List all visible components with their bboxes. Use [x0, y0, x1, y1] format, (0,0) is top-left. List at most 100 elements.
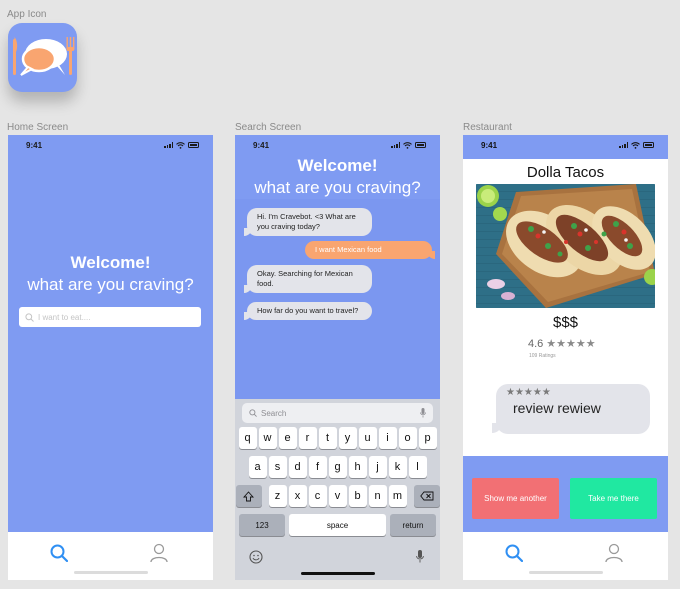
home-indicator	[73, 571, 148, 574]
status-bar: 9:41	[235, 135, 440, 155]
search-icon	[50, 544, 68, 562]
craving-subtitle: what are you craving?	[254, 178, 421, 197]
keyboard-row-2: a s d f g h j k l	[235, 456, 440, 478]
restaurant-name: Dolla Tacos	[526, 164, 605, 181]
search-placeholder: I want to eat....	[38, 312, 91, 322]
key[interactable]: r	[298, 427, 317, 449]
tab-search[interactable]	[48, 542, 70, 564]
wifi-icon	[176, 141, 185, 149]
key[interactable]: m	[388, 485, 407, 507]
take-me-there-button[interactable]: Take me there	[570, 478, 657, 519]
keyboard-search-placeholder: Search	[261, 408, 287, 418]
search-icon	[25, 312, 34, 322]
app-icon-label: App Icon	[7, 9, 47, 20]
person-icon	[605, 543, 623, 563]
key[interactable]: f	[308, 456, 327, 478]
key[interactable]: u	[358, 427, 377, 449]
search-input[interactable]: I want to eat....	[19, 307, 201, 327]
restaurant-screen-label: Restaurant	[463, 122, 512, 133]
search-icon	[505, 544, 523, 562]
welcome-title: Welcome!	[297, 156, 378, 175]
key[interactable]: o	[398, 427, 417, 449]
key[interactable]: w	[258, 427, 277, 449]
microphone-icon[interactable]	[420, 408, 426, 418]
status-time: 9:41	[481, 140, 498, 150]
key[interactable]: p	[418, 427, 437, 449]
home-screen: 9:41 Welcome! what are you craving? I wa…	[8, 135, 213, 580]
key[interactable]: x	[288, 485, 307, 507]
numbers-key[interactable]: 123	[239, 514, 285, 536]
key[interactable]: c	[308, 485, 327, 507]
key[interactable]: l	[408, 456, 427, 478]
backspace-icon	[419, 491, 433, 501]
welcome-title: Welcome!	[70, 253, 151, 272]
tab-bar	[463, 532, 668, 580]
home-indicator	[528, 571, 603, 574]
keyboard-search-input[interactable]: Search	[242, 403, 433, 423]
key[interactable]: n	[368, 485, 387, 507]
emoji-icon[interactable]	[249, 550, 263, 564]
rating-value: 4.6	[528, 337, 544, 350]
key[interactable]: s	[268, 456, 287, 478]
microphone-icon[interactable]	[416, 550, 424, 563]
person-icon	[150, 543, 168, 563]
tab-bar	[8, 532, 213, 580]
wifi-icon	[403, 141, 412, 149]
tab-profile[interactable]	[148, 542, 170, 564]
search-screen: 9:41 Welcome! what are you craving? Hi. …	[235, 135, 440, 580]
key[interactable]: k	[388, 456, 407, 478]
price-level: $$$	[552, 314, 579, 331]
key[interactable]: d	[288, 456, 307, 478]
review-stars: ★★★★★	[506, 387, 551, 398]
review-bubble: ★★★★★ review rewiew	[492, 384, 650, 434]
keyboard: Search q w e r t y u i o p a s d f g h j…	[235, 399, 440, 580]
key[interactable]: q	[238, 427, 257, 449]
tacos-image	[476, 184, 655, 308]
key[interactable]: z	[268, 485, 287, 507]
signal-icon	[164, 142, 173, 148]
restaurant-screen: 9:41 Dolla Tacos $$$ 4.6 ★★★★★ 109 Ratin…	[463, 135, 668, 580]
tab-search[interactable]	[503, 542, 525, 564]
chat-message-bot: How far do you want to travel?	[244, 302, 372, 320]
delete-key[interactable]	[413, 485, 440, 507]
restaurant-photo	[476, 184, 655, 308]
chat-message-user: I want Mexican food	[305, 241, 435, 259]
status-bar: 9:41	[463, 135, 668, 155]
key[interactable]: h	[348, 456, 367, 478]
shift-key[interactable]	[235, 485, 262, 507]
key[interactable]: j	[368, 456, 387, 478]
wifi-icon	[631, 141, 640, 149]
space-key[interactable]: space	[289, 514, 386, 536]
chat-message-bot: Hi. I'm Cravebot. <3 What are you cravin…	[244, 208, 372, 236]
status-bar: 9:41	[8, 135, 213, 155]
key[interactable]: a	[248, 456, 267, 478]
signal-icon	[391, 142, 400, 148]
status-time: 9:41	[253, 140, 270, 150]
review-text: review rewiew	[513, 400, 601, 416]
key[interactable]: i	[378, 427, 397, 449]
shift-icon	[243, 490, 254, 501]
keyboard-row-4: 123 space return	[235, 514, 440, 536]
return-key[interactable]: return	[390, 514, 436, 536]
key[interactable]: g	[328, 456, 347, 478]
home-screen-label: Home Screen	[7, 122, 69, 133]
battery-icon	[643, 142, 654, 148]
app-icon[interactable]	[8, 23, 77, 92]
status-time: 9:41	[26, 140, 43, 150]
search-icon	[249, 409, 257, 417]
key[interactable]: y	[338, 427, 357, 449]
chat-area: Hi. I'm Cravebot. <3 What are you cravin…	[235, 199, 440, 399]
keyboard-bottom-row	[235, 540, 440, 580]
craving-subtitle: what are you craving?	[27, 275, 194, 294]
key[interactable]: v	[328, 485, 347, 507]
key[interactable]: b	[348, 485, 367, 507]
chat-message-bot: Okay. Searching for Mexican food.	[244, 265, 372, 293]
key[interactable]: e	[278, 427, 297, 449]
keyboard-row-1: q w e r t y u i o p	[235, 427, 440, 449]
rating: 4.6 ★★★★★	[528, 337, 596, 351]
rating-stars: ★★★★★	[546, 338, 596, 350]
key[interactable]: t	[318, 427, 337, 449]
rating-count: 109 Ratings	[529, 353, 556, 359]
show-another-button[interactable]: Show me another	[472, 478, 559, 519]
tab-profile[interactable]	[603, 542, 625, 564]
